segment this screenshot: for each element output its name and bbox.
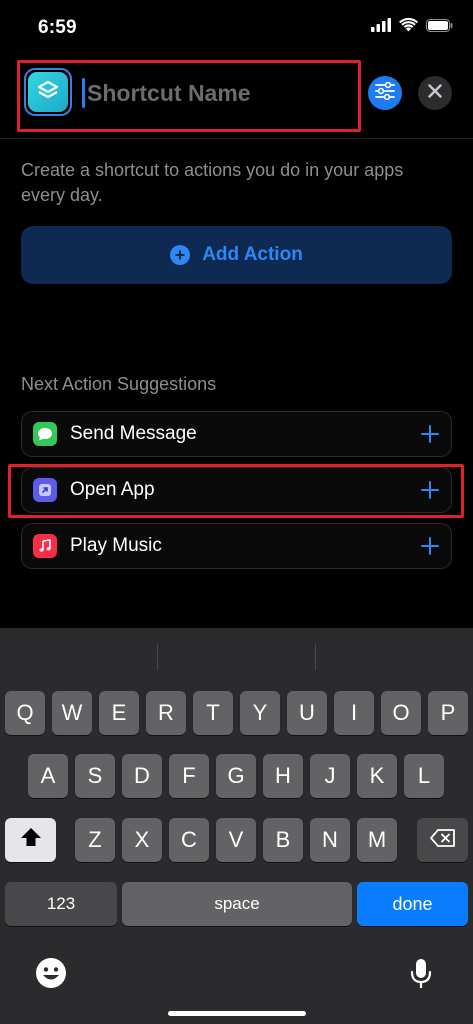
add-icon[interactable] [421,481,439,499]
key-p[interactable]: P [428,691,468,735]
key-m[interactable]: M [357,818,397,862]
key-z[interactable]: Z [75,818,115,862]
key-r[interactable]: R [146,691,186,735]
status-icons [371,17,453,37]
predictive-separator [157,644,158,670]
shortcuts-app-icon [28,72,68,112]
add-icon[interactable] [421,425,439,443]
numbers-key[interactable]: 123 [5,882,117,926]
backspace-icon [429,827,456,853]
emoji-button[interactable] [34,957,68,994]
shortcut-name-input[interactable] [87,74,347,112]
shortcut-settings-button[interactable] [368,76,402,110]
key-q[interactable]: Q [5,691,45,735]
key-s[interactable]: S [75,754,115,798]
add-action-button[interactable]: Add Action [21,226,452,284]
key-x[interactable]: X [122,818,162,862]
sliders-icon [375,81,395,105]
suggestion-label: Play Music [70,535,162,556]
close-button[interactable] [418,76,452,110]
open-app-icon [33,478,57,502]
shortcut-header [0,56,473,138]
shortcut-icon-button[interactable] [24,68,72,116]
suggestions-title: Next Action Suggestions [21,374,217,394]
wifi-icon [399,17,418,37]
plus-circle-icon [170,245,191,265]
home-indicator[interactable] [168,1011,306,1016]
delete-key[interactable] [417,818,468,862]
key-c[interactable]: C [169,818,209,862]
key-w[interactable]: W [52,691,92,735]
suggestion-label: Send Message [70,423,197,444]
status-time: 6:59 [38,17,77,38]
suggestion-send-message[interactable]: Send Message [21,411,452,457]
key-o[interactable]: O [381,691,421,735]
done-key[interactable]: done [357,882,468,926]
key-n[interactable]: N [310,818,350,862]
key-g[interactable]: G [216,754,256,798]
close-icon [428,83,442,103]
suggestion-open-app[interactable]: Open App [21,467,452,513]
add-action-label: Add Action [202,244,303,265]
text-cursor [82,78,85,108]
cellular-signal-icon [371,18,391,37]
suggestion-label: Open App [70,479,155,500]
emoji-icon [35,957,67,994]
music-icon [33,534,57,558]
key-y[interactable]: Y [240,691,280,735]
key-l[interactable]: L [404,754,444,798]
space-key[interactable]: space [122,882,352,926]
key-b[interactable]: B [263,818,303,862]
key-h[interactable]: H [263,754,303,798]
add-icon[interactable] [421,537,439,555]
key-k[interactable]: K [357,754,397,798]
key-f[interactable]: F [169,754,209,798]
key-i[interactable]: I [334,691,374,735]
key-e[interactable]: E [99,691,139,735]
shift-icon [20,827,42,853]
messages-icon [33,422,57,446]
key-d[interactable]: D [122,754,162,798]
predictive-text-bar [0,628,473,678]
shift-key[interactable] [5,818,56,862]
microphone-icon [410,958,432,995]
key-a[interactable]: A [28,754,68,798]
header-divider [0,138,473,139]
key-u[interactable]: U [287,691,327,735]
suggestion-play-music[interactable]: Play Music [21,523,452,569]
key-j[interactable]: J [310,754,350,798]
key-t[interactable]: T [193,691,233,735]
battery-icon [426,18,453,37]
keyboard: Q W E R T Y U I O P A S D F G H J K L Z … [0,628,473,1024]
dictation-button[interactable] [404,958,438,994]
empty-state-description: Create a shortcut to actions you do in y… [21,160,404,205]
predictive-separator [315,644,316,670]
status-bar: 6:59 [0,0,473,56]
key-v[interactable]: V [216,818,256,862]
